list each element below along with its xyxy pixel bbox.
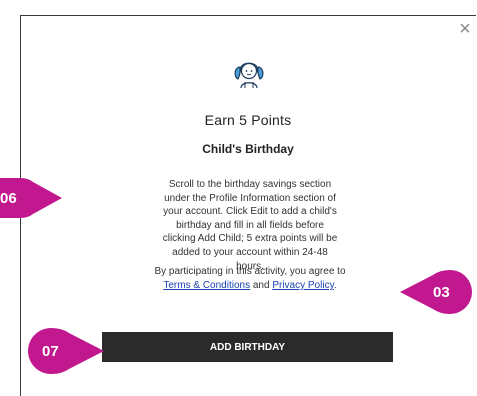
close-icon[interactable]: × xyxy=(456,19,474,39)
consent-prefix: By participating in this activity, you a… xyxy=(154,266,346,277)
callout-03: 03 xyxy=(400,270,475,314)
child-avatar-icon xyxy=(232,55,266,89)
callout-06: 06 xyxy=(0,178,62,218)
consent-end: . xyxy=(333,280,337,291)
add-birthday-button[interactable]: ADD BIRTHDAY xyxy=(102,332,393,362)
consent-and: and xyxy=(252,280,270,291)
callout-07-shape xyxy=(28,328,104,374)
callout-07: 07 xyxy=(28,328,104,374)
terms-link[interactable]: Terms & Conditions xyxy=(163,280,250,291)
modal-title: Earn 5 Points xyxy=(204,112,292,128)
callout-03-label: 03 xyxy=(433,284,450,301)
privacy-link[interactable]: Privacy Policy xyxy=(272,280,334,291)
callout-06-label: 06 xyxy=(0,190,17,207)
modal-subtitle: Child's Birthday xyxy=(202,142,294,156)
consent-text: By participating in this activity, you a… xyxy=(135,265,365,293)
modal-description: Scroll to the birthday savings section u… xyxy=(162,179,338,272)
callout-07-label: 07 xyxy=(42,343,59,360)
